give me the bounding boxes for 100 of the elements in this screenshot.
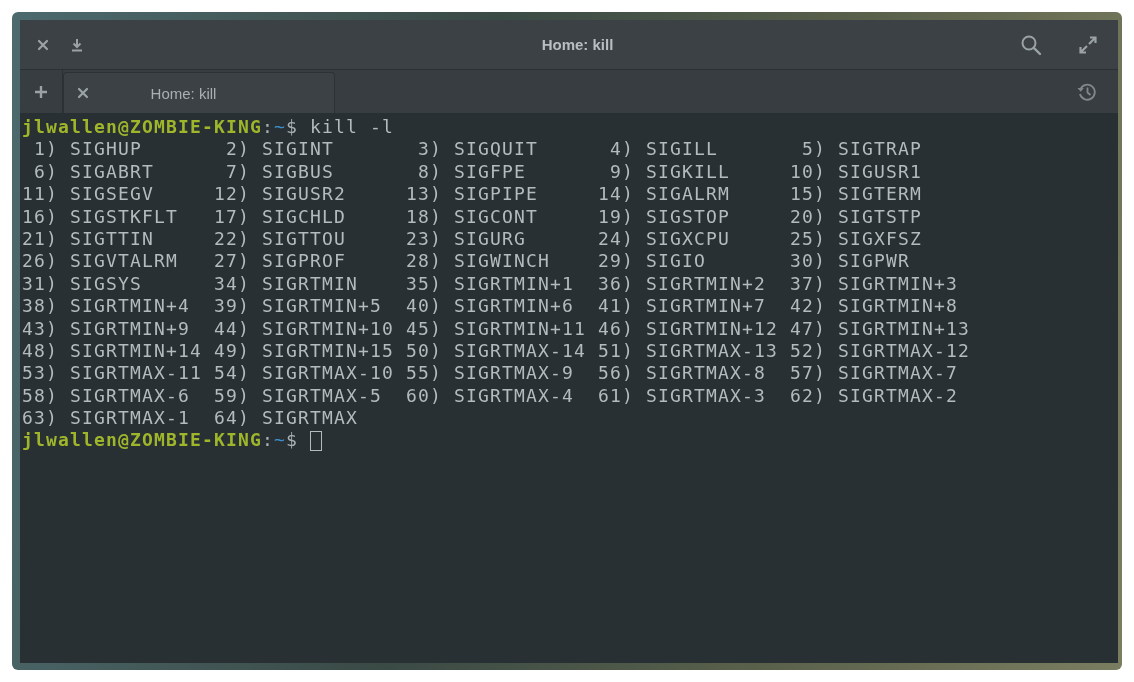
signal-name: SIGRTMIN	[262, 272, 359, 296]
signal-name: SIGWINCH	[454, 250, 551, 273]
prompt-user: jlwallen@ZOMBIE-KING	[22, 116, 262, 139]
signal-number: 39)	[214, 295, 250, 318]
expand-icon[interactable]	[1078, 34, 1098, 55]
signal-name: SIGRTMAX-9	[454, 362, 575, 385]
signal-name: SIGRTMIN+3	[838, 272, 959, 296]
signal-number: 57)	[790, 362, 826, 385]
signal-number: 5)	[801, 138, 826, 161]
signal-number: 49)	[214, 339, 250, 363]
signal-name: SIGXCPU	[646, 227, 731, 251]
prompt-symbol: $	[285, 116, 298, 139]
signal-name: SIGTRAP	[838, 138, 923, 161]
signal-number: 45)	[406, 317, 442, 340]
signal-name: SIGPROF	[262, 250, 347, 273]
signal-name: SIGRTMIN+8	[838, 295, 959, 318]
signal-name: SIGRTMAX-3	[646, 384, 767, 408]
signal-name: SIGUSR1	[838, 160, 923, 184]
signal-number: 28)	[406, 250, 442, 273]
signal-name: SIGSTKFLT	[70, 205, 179, 228]
signal-name: SIGUSR2	[262, 183, 347, 206]
signal-number: 4)	[609, 138, 634, 161]
signal-name: SIGTTIN	[70, 227, 155, 251]
download-icon[interactable]	[71, 37, 83, 52]
signal-number: 47)	[790, 317, 826, 340]
signal-name: SIGRTMAX-13	[646, 339, 779, 363]
signal-name: SIGRTMIN+4	[70, 295, 191, 318]
signal-name: SIGRTMAX-8	[646, 362, 767, 385]
signal-number: 43)	[22, 317, 58, 340]
signal-name: SIGRTMAX-1	[70, 407, 191, 430]
search-icon[interactable]	[1020, 33, 1042, 56]
signal-number: 25)	[790, 227, 826, 251]
prompt-separator: :	[261, 429, 274, 452]
signal-number: 30)	[790, 250, 826, 273]
signal-name: SIGRTMIN+10	[262, 317, 395, 340]
signal-name: SIGRTMIN+11	[454, 317, 587, 340]
signal-number: 37)	[790, 272, 826, 296]
signal-number: 23)	[406, 227, 442, 251]
signal-name: SIGRTMAX-4	[454, 384, 575, 408]
signal-name: SIGRTMAX-6	[70, 384, 191, 408]
signal-name: SIGSTOP	[646, 205, 731, 228]
signal-name: SIGFPE	[454, 160, 527, 184]
signal-number: 12)	[214, 183, 250, 206]
signal-number: 10)	[790, 160, 826, 184]
signal-name: SIGPWR	[838, 250, 911, 273]
command-text: kill -l	[309, 116, 394, 139]
signal-number: 34)	[214, 272, 250, 296]
signal-name: SIGKILL	[646, 160, 731, 184]
signal-number: 46)	[598, 317, 634, 340]
signal-name: SIGRTMAX-12	[838, 339, 971, 363]
signal-number: 15)	[790, 183, 826, 206]
signal-name: SIGCONT	[454, 205, 539, 228]
signal-number: 55)	[406, 362, 442, 385]
signal-number: 62)	[790, 384, 826, 408]
signal-number: 42)	[790, 295, 826, 318]
signal-number: 64)	[214, 407, 250, 430]
signal-number: 61)	[598, 384, 634, 408]
signal-number: 14)	[598, 183, 634, 206]
signal-number: 58)	[22, 384, 58, 408]
signal-number: 6)	[33, 160, 58, 184]
window-title: Home: kill	[541, 36, 614, 53]
signal-number: 51)	[598, 339, 634, 363]
signal-name: SIGALRM	[646, 183, 731, 206]
signal-name: SIGBUS	[262, 160, 335, 184]
close-icon[interactable]	[77, 87, 89, 99]
prompt-path: ~	[273, 116, 286, 139]
signal-name: SIGRTMIN+14	[70, 339, 203, 363]
prompt-symbol: $	[285, 429, 298, 452]
signal-number: 41)	[598, 295, 634, 318]
signal-number: 31)	[22, 272, 58, 296]
plus-icon[interactable]	[34, 84, 48, 99]
signal-number: 50)	[406, 339, 442, 363]
signal-number: 52)	[790, 339, 826, 363]
prompt-separator: :	[261, 116, 274, 139]
signal-number: 35)	[406, 272, 442, 296]
signal-name: SIGSYS	[70, 272, 143, 296]
signal-name: SIGRTMIN+15	[262, 339, 395, 363]
signal-name: SIGRTMIN+1	[454, 272, 575, 296]
signal-name: SIGRTMIN+9	[70, 317, 191, 340]
prompt-path: ~	[273, 429, 286, 452]
close-icon[interactable]	[37, 38, 49, 51]
signal-name: SIGABRT	[70, 160, 155, 184]
signal-number: 7)	[225, 160, 250, 184]
tab[interactable]: Home: kill	[63, 72, 335, 113]
signal-number: 1)	[33, 138, 58, 161]
signal-number: 17)	[214, 205, 250, 228]
signal-number: 60)	[406, 384, 442, 408]
signal-number: 63)	[22, 407, 58, 430]
signal-number: 40)	[406, 295, 442, 318]
signal-number: 9)	[609, 160, 634, 184]
signal-number: 24)	[598, 227, 634, 251]
signal-name: SIGTERM	[838, 183, 923, 206]
signal-name: SIGCHLD	[262, 205, 347, 228]
signal-number: 48)	[22, 339, 58, 363]
signal-name: SIGRTMAX-2	[838, 384, 959, 408]
signal-name: SIGQUIT	[454, 138, 539, 161]
signal-name: SIGIO	[646, 250, 707, 273]
signal-name: SIGINT	[262, 138, 335, 161]
signal-name: SIGRTMAX	[262, 407, 359, 430]
signal-number: 56)	[598, 362, 634, 385]
